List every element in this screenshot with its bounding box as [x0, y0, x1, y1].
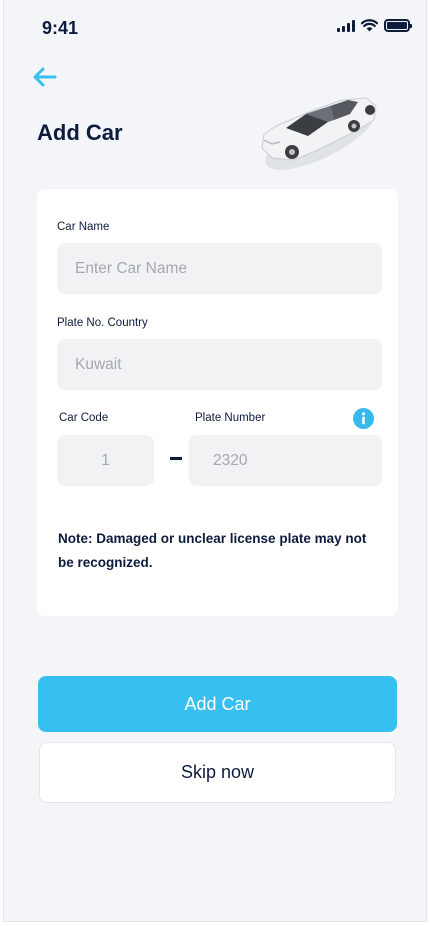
wifi-icon [361, 19, 378, 32]
plate-number-value: 2320 [213, 451, 248, 469]
page-title: Add Car [37, 120, 123, 145]
car-code-label: Car Code [59, 412, 109, 424]
car-icon [261, 97, 377, 170]
add-car-form: Car Name Plate No. Country Kuwait Car Co… [37, 189, 398, 616]
plate-country-value: Kuwait [75, 355, 122, 373]
back-arrow-icon[interactable] [30, 62, 60, 92]
car-name-input[interactable] [57, 243, 382, 294]
add-car-button[interactable]: Add Car [38, 676, 397, 732]
status-bar: 9:41 [4, 0, 426, 50]
plate-country-label: Plate No. Country [57, 317, 148, 329]
status-icons [337, 19, 412, 32]
plate-number-input[interactable]: 2320 [189, 435, 382, 486]
skip-now-button[interactable]: Skip now [39, 742, 396, 803]
car-name-label: Car Name [57, 221, 110, 233]
plate-note: Note: Damaged or unclear license plate m… [58, 531, 367, 570]
battery-icon [384, 19, 412, 32]
app-screen: 9:41 Add Car Car Name Plate No. [3, 0, 427, 922]
separator-dash [170, 457, 182, 460]
plate-country-select[interactable]: Kuwait [57, 339, 382, 390]
car-code-input[interactable]: 1 [57, 435, 154, 486]
plate-number-label: Plate Number [195, 412, 266, 424]
car-code-value: 1 [101, 451, 110, 469]
signal-icon [337, 19, 355, 32]
status-time: 9:41 [42, 18, 79, 38]
info-icon[interactable] [353, 408, 374, 429]
